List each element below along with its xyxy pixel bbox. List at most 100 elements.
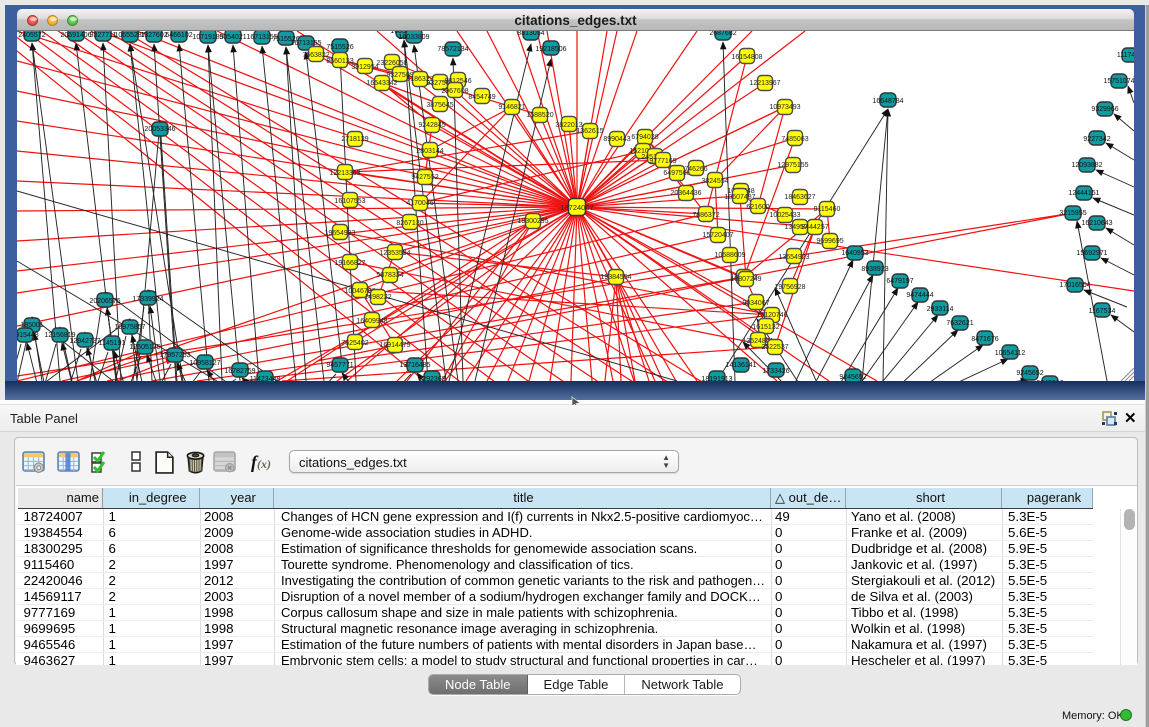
svg-text:19166827: 19166827 [334,260,365,267]
svg-text:9699695: 9699695 [816,238,843,245]
svg-text:8813054: 8813054 [517,31,544,37]
svg-text:18724007: 18724007 [560,203,593,212]
svg-text:10958127: 10958127 [189,360,220,367]
svg-text:8938923: 8938923 [861,266,888,273]
svg-text:7515526: 7515526 [326,44,353,51]
svg-text:1327602: 1327602 [140,32,167,39]
svg-text:15692971: 15692971 [1076,250,1107,257]
svg-text:9227342: 9227342 [1083,136,1110,143]
svg-text:18191913: 18191913 [701,376,732,381]
svg-text:2522537: 2522537 [761,344,788,351]
svg-text:12942737: 12942737 [69,338,100,345]
svg-text:10975857: 10975857 [114,324,145,331]
svg-text:16210643: 16210643 [1081,220,1112,227]
svg-text:16648784: 16648784 [872,98,903,105]
svg-text:9054021: 9054021 [219,34,246,41]
svg-text:9242845: 9242845 [418,122,445,129]
svg-text:8990443: 8990443 [603,136,630,143]
svg-text:8444257: 8444257 [801,224,828,231]
svg-text:16033809: 16033809 [398,34,429,41]
svg-text:9034067: 9034067 [742,300,769,307]
svg-text:8267130: 8267130 [396,220,423,227]
svg-text:16120746: 16120746 [756,312,787,319]
svg-text:5878334: 5878334 [376,272,403,279]
svg-text:19756928: 19756928 [774,284,805,291]
svg-text:7625402: 7625402 [341,340,368,347]
svg-text:15720407: 15720407 [702,232,733,239]
svg-text:13654923: 13654923 [778,254,809,261]
svg-text:19218506: 19218506 [535,46,566,53]
svg-text:9115460: 9115460 [814,206,841,213]
svg-text:1362615: 1362615 [576,128,603,135]
svg-text:20691406: 20691406 [60,32,91,39]
svg-text:16782759: 16782759 [224,368,255,375]
svg-text:11423448: 11423448 [250,376,281,381]
svg-text:1145191: 1145191 [99,340,126,347]
svg-text:20206576: 20206576 [89,298,120,305]
svg-text:18807249: 18807249 [730,276,761,283]
svg-text:7886372: 7886372 [692,212,719,219]
svg-text:3824554: 3824554 [701,178,728,185]
svg-text:12353594: 12353594 [379,250,410,257]
svg-text:9777169: 9777169 [649,158,676,165]
svg-text:9329966: 9329966 [1091,106,1118,113]
svg-text:2718129: 2718129 [341,136,368,143]
svg-text:12505175: 12505175 [129,344,160,351]
svg-text:17957253: 17957253 [159,352,190,359]
svg-text:1167534: 1167534 [1089,308,1116,315]
svg-text:621600: 621600 [746,204,769,211]
svg-text:3915448: 3915448 [17,332,39,339]
svg-text:8454749: 8454749 [468,94,495,101]
svg-text:15751074: 15751074 [1103,78,1134,85]
svg-text:19384554: 19384554 [600,274,631,281]
svg-text:16914479: 16914479 [379,342,410,349]
svg-text:16543342: 16543342 [366,80,397,87]
svg-text:12213363: 12213363 [329,170,360,177]
svg-text:3912954: 3912954 [351,64,378,71]
svg-text:10973493: 10973493 [769,104,800,111]
svg-text:2687682: 2687682 [709,31,736,37]
svg-text:1588520: 1588520 [526,112,553,119]
svg-text:10025433: 10025433 [769,212,800,219]
svg-text:18300295: 18300295 [517,218,548,225]
svg-text:12444151: 12444151 [1068,190,1099,197]
svg-text:2803144: 2803144 [416,148,443,155]
svg-text:12093882: 12093882 [1071,162,1102,169]
svg-text:1615132: 1615132 [752,324,779,331]
svg-text:14136141: 14136141 [725,362,756,369]
svg-text:18463627: 18463627 [784,194,815,201]
svg-text:9474444: 9474444 [906,292,933,299]
svg-text:9245652: 9245652 [839,374,866,381]
svg-text:10688609: 10688609 [714,252,745,259]
svg-text:20053346: 20053346 [144,126,175,133]
svg-text:10654112: 10654112 [995,350,1026,357]
svg-text:17016504: 17016504 [1059,282,1090,289]
svg-text:17339924: 17339924 [132,296,163,303]
svg-text:12213967: 12213967 [749,80,780,87]
svg-text:19654983: 19654983 [324,230,355,237]
svg-text:746266: 746266 [684,166,707,173]
svg-text:3875645: 3875645 [426,102,453,109]
svg-text:13716485: 13716485 [399,362,430,369]
svg-text:1498222: 1498222 [364,294,391,301]
svg-text:4170046: 4170046 [406,200,433,207]
svg-text:9245652: 9245652 [1016,370,1043,377]
svg-text:9327711: 9327711 [90,32,117,39]
svg-text:7632621: 7632621 [946,320,973,327]
svg-text:2933114: 2933114 [927,306,954,313]
svg-text:1733426: 1733426 [762,368,789,375]
svg-text:20364436: 20364436 [670,190,701,197]
svg-text:6466102: 6466102 [165,32,192,39]
svg-text:1640953: 1640953 [841,250,868,257]
svg-text:2405572: 2405572 [18,32,45,39]
svg-text:9427552: 9427552 [411,174,438,181]
svg-text:1117404: 1117404 [1117,52,1134,59]
svg-text:7485063: 7485063 [781,136,808,143]
svg-text:8660123: 8660123 [326,58,353,65]
svg-text:78572134: 78572134 [437,46,468,53]
svg-text:16409948: 16409948 [356,318,387,325]
svg-text:9146821: 9146821 [498,104,525,111]
svg-text:2967608: 2967608 [441,88,468,95]
svg-text:12975155: 12975155 [777,162,808,169]
svg-text:3215955: 3215955 [1059,210,1086,217]
